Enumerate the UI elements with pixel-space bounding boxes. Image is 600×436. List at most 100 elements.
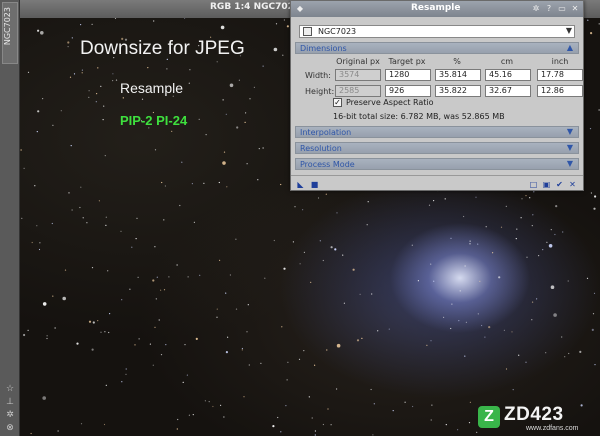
star (292, 241, 294, 243)
close-icon[interactable]: ✕ (570, 4, 580, 14)
star (336, 388, 338, 390)
star (176, 264, 178, 266)
pin-icon[interactable]: ⊥ (5, 397, 15, 407)
close-icon[interactable]: ⊗ (5, 423, 15, 433)
help-icon[interactable]: ? (544, 4, 554, 14)
height-percent-field[interactable]: 35.822 (435, 85, 481, 97)
apply-icon[interactable]: ✔ (555, 180, 564, 189)
star (550, 285, 555, 290)
star (70, 145, 72, 147)
star (465, 321, 467, 323)
view-tab[interactable]: NGC7023 (2, 2, 18, 64)
star (587, 19, 589, 21)
star (361, 337, 363, 339)
star (388, 328, 390, 330)
star (404, 401, 406, 403)
height-cm-field[interactable]: 32.67 (485, 85, 531, 97)
star (147, 67, 149, 69)
star (243, 396, 245, 398)
section-interpolation[interactable]: Interpolation ▼ (295, 126, 579, 138)
star (283, 267, 286, 270)
dialog-titlebar[interactable]: ◆ Resample ✲ ? ▭ ✕ (291, 1, 583, 17)
star (526, 256, 528, 258)
section-interpolation-label: Interpolation (300, 128, 352, 137)
star (590, 192, 593, 194)
star (46, 337, 48, 340)
star (285, 405, 287, 407)
star (179, 204, 181, 207)
star (520, 217, 522, 219)
height-target-field[interactable]: 926 (385, 85, 431, 97)
star (165, 344, 167, 346)
settings-icon[interactable]: ✲ (5, 410, 15, 420)
minimize-icon[interactable]: ▭ (557, 4, 567, 14)
star (96, 93, 98, 95)
star (314, 434, 316, 436)
width-cm-field[interactable]: 45.16 (485, 69, 531, 81)
star (36, 131, 38, 133)
star (34, 185, 36, 187)
cancel-icon[interactable]: ✕ (568, 180, 577, 189)
star (36, 225, 38, 227)
star (594, 195, 597, 198)
star (52, 124, 54, 126)
section-process-mode[interactable]: Process Mode ▼ (295, 158, 579, 170)
settings-icon[interactable]: ✲ (531, 4, 541, 14)
star-icon[interactable]: ☆ (5, 384, 15, 394)
preview-icon[interactable]: ▣ (542, 180, 551, 189)
section-dimensions[interactable]: Dimensions ▲ (295, 42, 579, 54)
star (529, 197, 531, 199)
star (171, 130, 173, 132)
star (98, 200, 100, 202)
col-target-px: Target px (388, 57, 426, 66)
col-original-px: Original px (336, 57, 380, 66)
preserve-aspect-checkbox[interactable]: ✓ (333, 98, 342, 107)
star (459, 290, 461, 292)
star (131, 246, 133, 248)
star (161, 181, 163, 184)
star (561, 336, 563, 338)
star (515, 238, 517, 240)
star (220, 25, 225, 30)
reset-icon[interactable]: □ (529, 180, 538, 189)
section-resolution[interactable]: Resolution ▼ (295, 142, 579, 154)
view-selector-value: NGC7023 (318, 27, 357, 36)
star (229, 83, 234, 88)
star (31, 241, 33, 244)
star (218, 181, 220, 184)
size-info: 16-bit total size: 6.782 MB, was 52.865 … (333, 112, 505, 121)
star (280, 183, 282, 186)
col-cm: cm (500, 57, 514, 66)
star (46, 335, 48, 337)
star (57, 430, 59, 432)
star (426, 344, 428, 346)
star (27, 71, 30, 73)
star (225, 351, 228, 354)
star (88, 90, 90, 92)
star (336, 212, 338, 214)
star (166, 68, 168, 70)
star (192, 414, 194, 416)
width-target-field[interactable]: 1280 (385, 69, 431, 81)
star (204, 400, 206, 402)
star (138, 338, 140, 340)
preserve-aspect-label[interactable]: Preserve Aspect Ratio (346, 98, 434, 107)
star (330, 246, 333, 249)
overlay-version: PIP-2 PI-24 (120, 113, 188, 128)
star (503, 329, 505, 331)
height-inch-field[interactable]: 12.86 (537, 85, 583, 97)
star (498, 276, 501, 279)
star (37, 29, 40, 32)
view-selector[interactable]: NGC7023 ▼ (299, 25, 575, 38)
screen: RGB 1:4 NGC7023 NGC7023 ☆ ⊥ ✲ ⊗ Downsize… (0, 0, 600, 436)
new-instance-icon[interactable]: ◣ (296, 180, 305, 189)
star (191, 183, 193, 185)
star (594, 364, 596, 366)
width-inch-field[interactable]: 17.78 (537, 69, 583, 81)
global-run-icon[interactable]: ■ (310, 180, 319, 189)
star (484, 336, 486, 338)
star (366, 224, 368, 226)
star (97, 67, 99, 69)
star (283, 19, 285, 21)
width-percent-field[interactable]: 35.814 (435, 69, 481, 81)
